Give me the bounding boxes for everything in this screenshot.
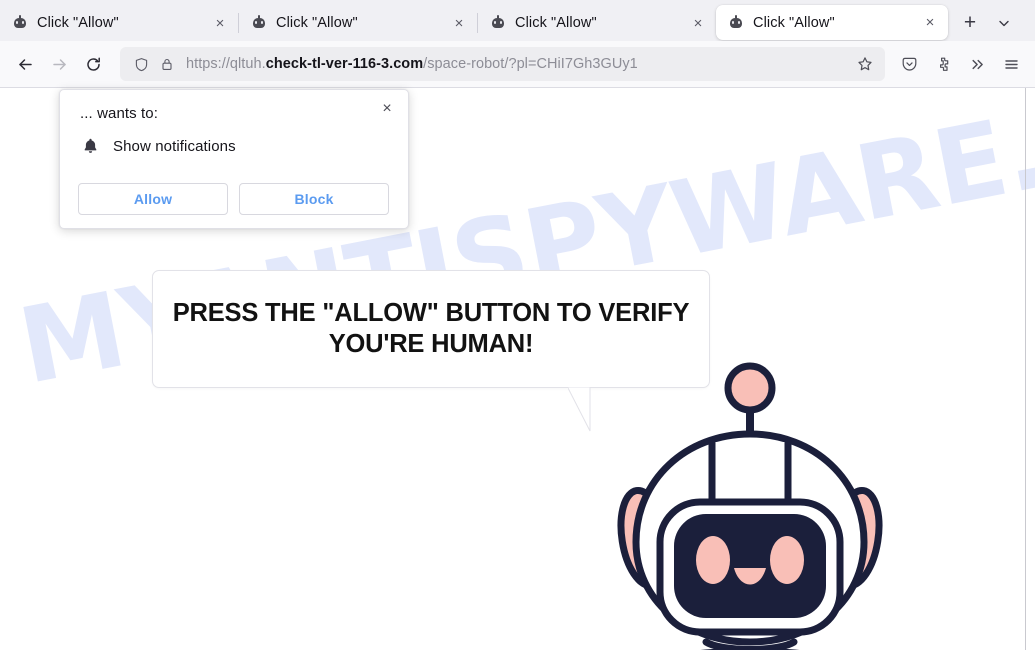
hamburger-menu-icon[interactable] — [995, 48, 1027, 80]
tab-close-icon[interactable]: × — [686, 11, 710, 35]
bubble-line-1: PRESS THE "ALLOW" BUTTON TO VERIFY — [172, 298, 690, 327]
bubble-line-2: YOU'RE HUMAN! — [328, 330, 534, 358]
robot-favicon — [490, 15, 506, 31]
padlock-icon[interactable] — [154, 51, 180, 77]
bell-icon — [80, 136, 100, 156]
allow-button[interactable]: Allow — [78, 183, 228, 215]
window-right-border — [1025, 88, 1026, 650]
browser-tab-1[interactable]: Click "Allow" × — [0, 5, 238, 41]
tab-close-icon[interactable]: × — [918, 11, 942, 35]
url-path: /space-robot/?pl=CHiI7Gh3GUy1 — [423, 56, 638, 72]
tab-title: Click "Allow" — [276, 15, 358, 31]
star-icon[interactable] — [851, 50, 879, 78]
permission-row: Show notifications — [80, 136, 236, 156]
robot-favicon — [728, 14, 744, 31]
browser-tab-4-active[interactable]: Click "Allow" × — [716, 5, 948, 40]
space-robot-illustration — [600, 346, 960, 650]
tab-title: Click "Allow" — [515, 15, 597, 31]
block-button[interactable]: Block — [239, 183, 389, 215]
new-tab-button[interactable]: + — [954, 7, 986, 39]
tab-close-icon[interactable]: × — [447, 11, 471, 35]
shield-icon[interactable] — [128, 51, 154, 77]
browser-tab-2[interactable]: Click "Allow" × — [239, 5, 477, 41]
tab-close-icon[interactable]: × — [208, 11, 232, 35]
url-domain: check-tl-ver-116-3.com — [265, 56, 424, 72]
permission-label: Show notifications — [113, 137, 236, 155]
reload-icon[interactable] — [76, 47, 110, 81]
url-text[interactable]: https://qltuh.check-tl-ver-116-3.com/spa… — [186, 56, 851, 72]
overflow-chevrons-icon[interactable] — [961, 48, 993, 80]
popup-buttons: Allow Block — [78, 183, 389, 215]
back-arrow-icon[interactable] — [8, 47, 42, 81]
tab-strip: Click "Allow" × Click "Allow" × Click "A… — [0, 0, 1035, 41]
popup-title: ... wants to: — [80, 105, 158, 122]
robot-favicon — [251, 15, 267, 31]
forward-arrow-icon — [42, 47, 76, 81]
browser-tab-3[interactable]: Click "Allow" × — [478, 5, 716, 41]
list-all-tabs-icon[interactable] — [988, 7, 1020, 39]
notification-permission-popup: × ... wants to: Show notifications Allow… — [59, 89, 409, 229]
extensions-puzzle-icon[interactable] — [927, 48, 959, 80]
tab-title: Click "Allow" — [753, 14, 835, 31]
robot-favicon — [12, 15, 28, 31]
address-bar[interactable]: https://qltuh.check-tl-ver-116-3.com/spa… — [120, 47, 885, 81]
navigation-toolbar: https://qltuh.check-tl-ver-116-3.com/spa… — [0, 41, 1035, 88]
tab-title: Click "Allow" — [37, 15, 119, 31]
close-icon[interactable]: × — [374, 96, 400, 122]
browser-window: Click "Allow" × Click "Allow" × Click "A… — [0, 0, 1035, 650]
url-prefix: https://qltuh. — [186, 56, 266, 72]
pocket-save-icon[interactable] — [893, 48, 925, 80]
